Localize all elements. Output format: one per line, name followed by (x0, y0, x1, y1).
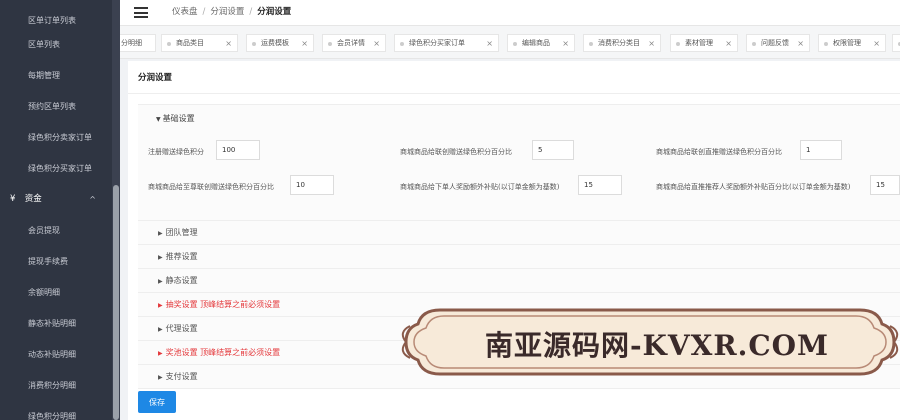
sidebar-item-block-orders[interactable]: 区单订单列表 (0, 0, 120, 29)
order-subsidy-input[interactable] (578, 175, 622, 195)
sidebar-item-green-points[interactable]: 绿色积分明细 (0, 401, 120, 420)
tab-label: 问题反馈 (761, 39, 789, 47)
tab-member[interactable]: 会员详情 × (322, 34, 386, 52)
caret-right-icon: ▶ (158, 350, 163, 357)
caret-right-icon: ▶ (158, 230, 163, 237)
tab-bar: 分明细 商品类目 × 运费模板 × 会员详情 × 绿色积分买家订单 × 编辑商品 × 消费… (120, 26, 900, 59)
tab-label: 素材管理 (685, 39, 713, 47)
breadcrumb-profit[interactable]: 分润设置 (210, 7, 244, 17)
field-label-union-green: 商城商品给联创赠送绿色积分百分比 (400, 148, 512, 156)
section-label: 代理设置 (165, 324, 198, 333)
section-label: 团队管理 (165, 228, 198, 237)
watermark-text: 南亚源码网-KVXR.COM (484, 329, 830, 362)
save-button[interactable]: 保存 (138, 391, 176, 413)
caret-right-icon: ▶ (158, 254, 163, 261)
tab-permission[interactable]: 权限管理 × (818, 34, 886, 52)
section-label: 推荐设置 (165, 252, 198, 261)
tab-category[interactable]: 商品类目 × (161, 34, 238, 52)
caret-right-icon: ▶ (158, 374, 163, 381)
field-label-order-subsidy: 商城商品给下单人奖励额外补贴(以订单金额为基数) (400, 183, 560, 191)
tab-label: 权限管理 (833, 39, 861, 47)
field-label-supreme-green: 商城商品给至尊联创赠送绿色积分百分比 (148, 183, 274, 191)
sidebar-item-dynamic-subsidy[interactable]: 动态补贴明细 (0, 339, 120, 370)
union-direct-green-input[interactable] (800, 140, 842, 160)
basic-settings-header[interactable]: ▼ 基础设置 (156, 113, 195, 124)
tab-detail[interactable]: 分明细 (120, 34, 156, 52)
close-icon[interactable]: × (373, 35, 380, 52)
breadcrumb: 仪表盘 / 分润设置 / 分润设置 (172, 7, 292, 17)
caret-right-icon: ▶ (158, 326, 163, 333)
static-settings-row[interactable]: ▶ 静态设置 (138, 269, 900, 293)
yen-icon: ¥ (10, 194, 16, 204)
hamburger-menu-icon[interactable] (134, 7, 148, 18)
sidebar-item-consume-points[interactable]: 消费积分明细 (0, 370, 120, 401)
sidebar-item-balance-detail[interactable]: 余额明细 (0, 277, 120, 308)
close-icon[interactable]: × (648, 35, 655, 52)
sidebar-item-reserve-list[interactable]: 预约区单列表 (0, 91, 120, 122)
supreme-green-input[interactable] (290, 175, 334, 195)
close-icon[interactable]: × (725, 35, 732, 52)
tab-consume-category[interactable]: 消费积分类目 × (583, 34, 661, 52)
close-icon[interactable]: × (562, 35, 569, 52)
sidebar-item-withdraw-fee[interactable]: 提现手续费 (0, 246, 120, 277)
tab-label: 会员详情 (337, 39, 365, 47)
caret-down-icon: ▼ (156, 116, 161, 123)
field-label-union-direct-green: 商城商品给联创直推赠送绿色积分百分比 (656, 148, 782, 156)
tab-overflow[interactable] (892, 34, 900, 52)
tab-label: 运费模板 (261, 39, 289, 47)
chevron-up-icon: ^ (89, 195, 96, 204)
tab-edit-goods[interactable]: 编辑商品 × (507, 34, 575, 52)
sidebar-group-label: 资金 (24, 194, 42, 204)
sidebar-scroll-thumb[interactable] (113, 185, 119, 420)
divider (128, 93, 900, 94)
close-icon[interactable]: × (225, 35, 232, 52)
caret-right-icon: ▶ (158, 302, 163, 309)
register-green-input[interactable] (216, 140, 260, 160)
section-label: 奖池设置 顶峰结算之前必须设置 (165, 348, 281, 357)
breadcrumb-dashboard[interactable]: 仪表盘 (172, 7, 198, 17)
tab-green-buyer[interactable]: 绿色积分买家订单 × (394, 34, 499, 52)
basic-settings-section: ▼基础设置 注册赠送绿色积分 商城商品给联创赠送绿色积分百分比 商城商品给联创直… (138, 104, 900, 221)
tab-label: 编辑商品 (522, 39, 550, 47)
section-label: 支付设置 (165, 372, 198, 381)
caret-right-icon: ▶ (158, 278, 163, 285)
sidebar-item-static-subsidy[interactable]: 静态补贴明细 (0, 308, 120, 339)
referral-settings-row[interactable]: ▶ 推荐设置 (138, 245, 900, 269)
field-label-referrer-subsidy: 商城商品给直推推荐人奖励额外补贴百分比(以订单金额为基数) (656, 183, 851, 191)
tab-material[interactable]: 素材管理 × (670, 34, 738, 52)
team-settings-row[interactable]: ▶ 团队管理 (138, 221, 900, 245)
close-icon[interactable]: × (797, 35, 804, 52)
close-icon[interactable]: × (873, 35, 880, 52)
top-header: 仪表盘 / 分润设置 / 分润设置 (120, 0, 900, 26)
field-label-register-green: 注册赠送绿色积分 (148, 148, 204, 156)
sidebar-item-green-seller-orders[interactable]: 绿色积分卖家订单 (0, 122, 120, 153)
tab-label: 消费积分类目 (598, 39, 640, 47)
tab-feedback[interactable]: 问题反馈 × (746, 34, 810, 52)
watermark: 南亚源码网-KVXR.COM (400, 302, 900, 382)
tab-shipping[interactable]: 运费模板 × (246, 34, 314, 52)
sidebar-item-green-buyer-orders[interactable]: 绿色积分买家订单 (0, 153, 120, 184)
tab-label: 分明细 (121, 39, 142, 47)
sidebar-item-period-manage[interactable]: 每期管理 (0, 60, 120, 91)
sidebar-item-withdraw[interactable]: 会员提现 (0, 215, 120, 246)
panel-title: 分润设置 (138, 73, 173, 83)
close-icon[interactable]: × (486, 35, 493, 52)
sidebar: 区单订单列表 区单列表 每期管理 预约区单列表 绿色积分卖家订单 绿色积分买家订… (0, 0, 120, 420)
union-green-input[interactable] (532, 140, 574, 160)
close-icon[interactable]: × (301, 35, 308, 52)
tab-label: 商品类目 (176, 39, 204, 47)
referrer-subsidy-input[interactable] (870, 175, 900, 195)
section-label: 静态设置 (165, 276, 198, 285)
section-label: 抽奖设置 顶峰结算之前必须设置 (165, 300, 281, 309)
breadcrumb-current: 分润设置 (257, 7, 292, 17)
sidebar-item-block-list[interactable]: 区单列表 (0, 29, 120, 60)
tab-label: 绿色积分买家订单 (409, 39, 465, 47)
sidebar-group-funds[interactable]: ¥ 资金 ^ (0, 184, 120, 215)
section-title: 基础设置 (162, 114, 195, 123)
